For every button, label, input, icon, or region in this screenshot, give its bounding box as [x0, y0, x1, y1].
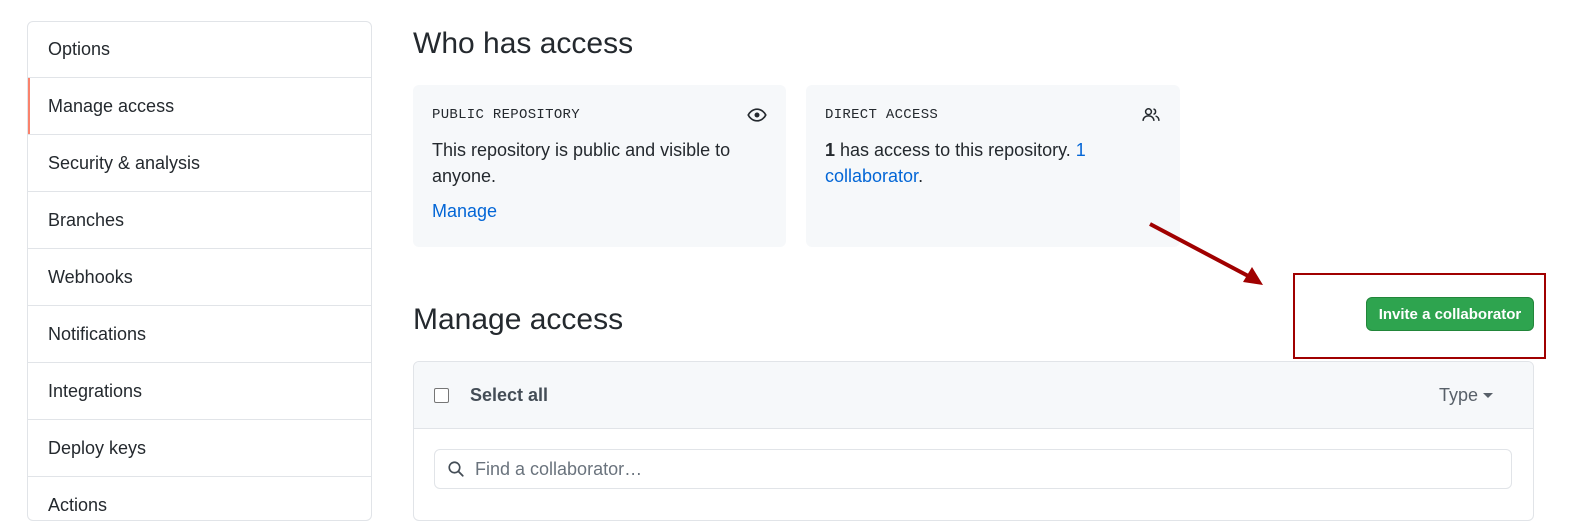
direct-access-text: 1 has access to this repository. 1 colla…: [825, 137, 1161, 189]
invite-collaborator-button[interactable]: Invite a collaborator: [1366, 297, 1534, 331]
type-filter-label: Type: [1438, 385, 1478, 405]
sidebar-item-label: Integrations: [48, 380, 143, 401]
collaborator-search-box[interactable]: [434, 449, 1512, 489]
sidebar-item-deploy-keys[interactable]: Deploy keys: [28, 420, 371, 477]
manage-access-heading: Manage access: [413, 303, 624, 336]
who-has-access-heading: Who has access: [413, 27, 634, 60]
people-icon: [1142, 108, 1160, 121]
sidebar-item-actions[interactable]: Actions: [28, 477, 371, 520]
card-label: PUBLIC REPOSITORY: [432, 107, 580, 123]
public-visibility-text: This repository is public and visible to…: [432, 140, 731, 186]
collaborators-table: Select all Type: [413, 361, 1534, 521]
sidebar-item-label: Security & analysis: [48, 152, 201, 173]
sidebar-item-label: Manage access: [48, 95, 175, 116]
sidebar-item-label: Notifications: [48, 323, 147, 344]
select-all-checkbox[interactable]: [434, 387, 449, 403]
caret-down-icon: [1483, 393, 1493, 398]
eye-icon: [747, 108, 767, 122]
sidebar-item-webhooks[interactable]: Webhooks: [28, 249, 371, 306]
sidebar-item-notifications[interactable]: Notifications: [28, 306, 371, 363]
sidebar-item-options[interactable]: Options: [28, 22, 371, 78]
access-description: has access to this repository.: [835, 140, 1076, 160]
search-input[interactable]: [473, 457, 1477, 481]
sidebar-item-label: Webhooks: [48, 266, 133, 287]
annotation-arrow: [1149, 222, 1263, 285]
manage-visibility-link[interactable]: Manage: [432, 201, 497, 222]
type-filter-dropdown[interactable]: Type: [1439, 385, 1493, 406]
sidebar-item-security-analysis[interactable]: Security & analysis: [28, 135, 371, 192]
select-all-label: Select all: [470, 384, 549, 405]
sidebar-item-label: Branches: [48, 209, 125, 230]
access-count: 1: [825, 140, 836, 160]
card-label: DIRECT ACCESS: [825, 107, 939, 123]
sidebar-item-manage-access[interactable]: Manage access: [28, 78, 371, 135]
sidebar-item-branches[interactable]: Branches: [28, 192, 371, 249]
sidebar-item-label: Options: [48, 39, 111, 59]
search-icon: [448, 461, 464, 477]
punctuation: .: [918, 166, 924, 186]
sidebar-item-integrations[interactable]: Integrations: [28, 363, 371, 420]
table-header: Select all Type: [414, 362, 1533, 429]
public-repository-card: PUBLIC REPOSITORY This repository is pub…: [413, 85, 786, 247]
sidebar-item-label: Deploy keys: [48, 437, 147, 458]
sidebar-item-label: Actions: [48, 494, 108, 515]
settings-sidebar: Options Manage access Security & analysi…: [27, 21, 372, 521]
direct-access-card: DIRECT ACCESS 1 has access to this repos…: [806, 85, 1180, 247]
